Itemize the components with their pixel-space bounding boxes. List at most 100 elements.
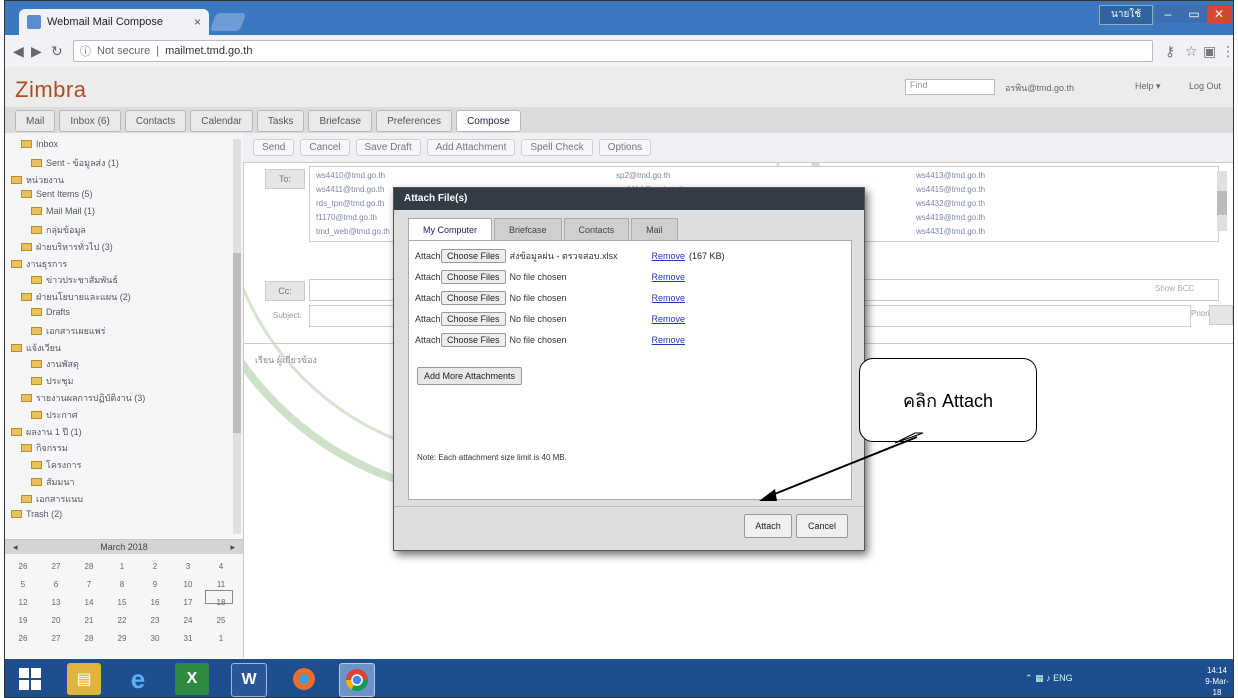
calendar-day[interactable]: 29 <box>108 634 136 643</box>
zimbra-user[interactable]: อรพิน@tmd.go.th <box>1005 81 1074 95</box>
send-button[interactable]: Send <box>253 139 295 156</box>
tab-inbox[interactable]: Inbox (6) <box>59 110 121 132</box>
calendar-day[interactable]: 3 <box>174 562 202 571</box>
folder-item[interactable]: รายงานผลการปฏิบัติงาน (3) <box>21 391 145 405</box>
address-bar[interactable]: ⓘ Not secure | mailmet.tmd.go.th <box>73 40 1153 62</box>
calendar-day[interactable]: 1 <box>108 562 136 571</box>
zimbra-search-input[interactable]: Find <box>905 79 995 95</box>
calendar-day[interactable]: 31 <box>174 634 202 643</box>
calendar-day[interactable]: 15 <box>108 598 136 607</box>
input-language[interactable]: ENG <box>1053 673 1073 683</box>
extension-icon[interactable]: ▣ <box>1203 43 1216 60</box>
calendar-day[interactable]: 5 <box>9 580 37 589</box>
calendar-day[interactable]: 10 <box>174 580 202 589</box>
calendar-day[interactable]: 24 <box>174 616 202 625</box>
folder-item[interactable]: Mail Mail (1) <box>31 206 95 216</box>
choose-files-button[interactable]: Choose Files <box>441 270 506 284</box>
folder-item[interactable]: Inbox <box>21 139 58 149</box>
calendar-day[interactable]: 11 <box>207 580 235 589</box>
address-chip[interactable]: ws4415@tmd.go.th <box>916 185 985 194</box>
folder-item[interactable]: ข่าวประชาสัมพันธ์ <box>31 273 118 287</box>
address-chip[interactable]: ws4411@tmd.go.th <box>316 185 384 194</box>
calendar-day[interactable]: 4 <box>207 562 235 571</box>
cc-button[interactable]: Cc: <box>265 281 305 301</box>
window-close-button[interactable]: ✕ <box>1207 5 1231 23</box>
address-chip[interactable]: rds_tpn@tmd.go.th <box>316 199 384 208</box>
profile-chip[interactable]: นายใช้ <box>1099 5 1153 25</box>
to-button[interactable]: To: <box>265 169 305 189</box>
calendar-day[interactable]: 22 <box>108 616 136 625</box>
calendar-day[interactable]: 17 <box>174 598 202 607</box>
choose-files-button[interactable]: Choose Files <box>441 249 506 263</box>
tab-briefcase-source[interactable]: Briefcase <box>494 218 562 241</box>
calendar-day[interactable]: 26 <box>9 562 37 571</box>
calendar-day[interactable]: 30 <box>141 634 169 643</box>
folder-item[interactable]: โครงการ <box>31 458 81 472</box>
folder-item[interactable]: Sent - ข้อมูลส่ง (1) <box>31 156 119 170</box>
folder-item[interactable]: สัมมนา <box>31 475 75 489</box>
browser-tab[interactable]: Webmail Mail Compose × <box>19 9 209 35</box>
tab-tasks[interactable]: Tasks <box>256 110 305 132</box>
chrome-icon[interactable] <box>339 663 375 697</box>
folder-item[interactable]: งานธุรการ <box>11 257 67 271</box>
window-minimize-button[interactable]: – <box>1155 5 1181 23</box>
folder-item[interactable]: เอกสารเผยแพร่ <box>31 324 106 338</box>
calendar-next-icon[interactable]: ▸ <box>230 542 235 553</box>
forward-arrow-icon[interactable]: ▶ <box>31 43 42 60</box>
network-icon[interactable]: ▦ <box>1035 673 1044 683</box>
add-attachment-button[interactable]: Add Attachment <box>426 139 516 156</box>
priority-select[interactable] <box>1209 305 1233 325</box>
choose-files-button[interactable]: Choose Files <box>441 291 506 305</box>
calendar-day[interactable]: 25 <box>207 616 235 625</box>
volume-icon[interactable]: ♪ <box>1046 673 1051 683</box>
info-icon[interactable]: ⓘ <box>80 43 91 59</box>
start-windows-icon[interactable] <box>13 663 47 695</box>
folder-item[interactable]: ประชุม <box>31 374 73 388</box>
internet-explorer-icon[interactable]: e <box>121 663 155 695</box>
address-chip[interactable]: ws4432@tmd.go.th <box>916 199 985 208</box>
tab-close-icon[interactable]: × <box>194 15 201 29</box>
calendar-day[interactable]: 1 <box>207 634 235 643</box>
folder-item[interactable]: Drafts <box>31 307 70 317</box>
excel-icon[interactable]: X <box>175 663 209 695</box>
tab-compose[interactable]: Compose <box>456 110 521 132</box>
add-more-attachments-button[interactable]: Add More Attachments <box>417 367 523 385</box>
bookmark-star-icon[interactable]: ☆ <box>1185 43 1198 60</box>
remove-link[interactable]: Remove <box>652 335 686 345</box>
tab-briefcase[interactable]: Briefcase <box>308 110 373 132</box>
spell-check-button[interactable]: Spell Check <box>521 139 593 156</box>
save-draft-button[interactable]: Save Draft <box>355 139 421 156</box>
calendar-day[interactable]: 6 <box>42 580 70 589</box>
choose-files-button[interactable]: Choose Files <box>441 312 506 326</box>
tab-mail-source[interactable]: Mail <box>631 218 678 241</box>
to-field-scrollbar-thumb[interactable] <box>1217 191 1227 215</box>
cancel-compose-button[interactable]: Cancel <box>300 139 350 156</box>
folder-item[interactable]: Trash (2) <box>11 509 62 519</box>
folder-item[interactable]: ฝ่ายนโยบายและแผน (2) <box>21 290 131 304</box>
file-explorer-icon[interactable]: ▤ <box>67 663 101 695</box>
show-bcc-link[interactable]: Show BCC <box>1155 284 1194 293</box>
calendar-day[interactable]: 7 <box>75 580 103 589</box>
folder-item[interactable]: ประกาศ <box>31 408 78 422</box>
folder-item[interactable]: Sent Items (5) <box>21 189 93 199</box>
calendar-day[interactable]: 27 <box>42 562 70 571</box>
calendar-day[interactable]: 21 <box>75 616 103 625</box>
calendar-day[interactable]: 9 <box>141 580 169 589</box>
calendar-day[interactable]: 2 <box>141 562 169 571</box>
address-chip[interactable]: ws4431@tmd.go.th <box>916 227 985 236</box>
calendar-day[interactable]: 16 <box>141 598 169 607</box>
system-tray[interactable]: ⌃ ▦ ♪ ENG <box>1025 673 1073 684</box>
back-arrow-icon[interactable]: ◀ <box>13 43 24 60</box>
calendar-day[interactable]: 13 <box>42 598 70 607</box>
remove-link[interactable]: Remove <box>652 314 686 324</box>
folder-scrollbar-thumb[interactable] <box>233 253 241 433</box>
new-tab-button[interactable] <box>209 13 247 31</box>
calendar-day[interactable]: 19 <box>9 616 37 625</box>
calendar-prev-icon[interactable]: ◂ <box>13 542 18 553</box>
address-chip[interactable]: ws4410@tmd.go.th <box>316 171 385 180</box>
folder-item[interactable]: ผลงาน 1 ปี (1) <box>11 425 82 439</box>
tab-contacts[interactable]: Contacts <box>124 110 187 132</box>
address-chip[interactable]: sp2@tmd.go.th <box>616 171 670 180</box>
choose-files-button[interactable]: Choose Files <box>441 333 506 347</box>
tab-my-computer[interactable]: My Computer <box>408 218 493 241</box>
